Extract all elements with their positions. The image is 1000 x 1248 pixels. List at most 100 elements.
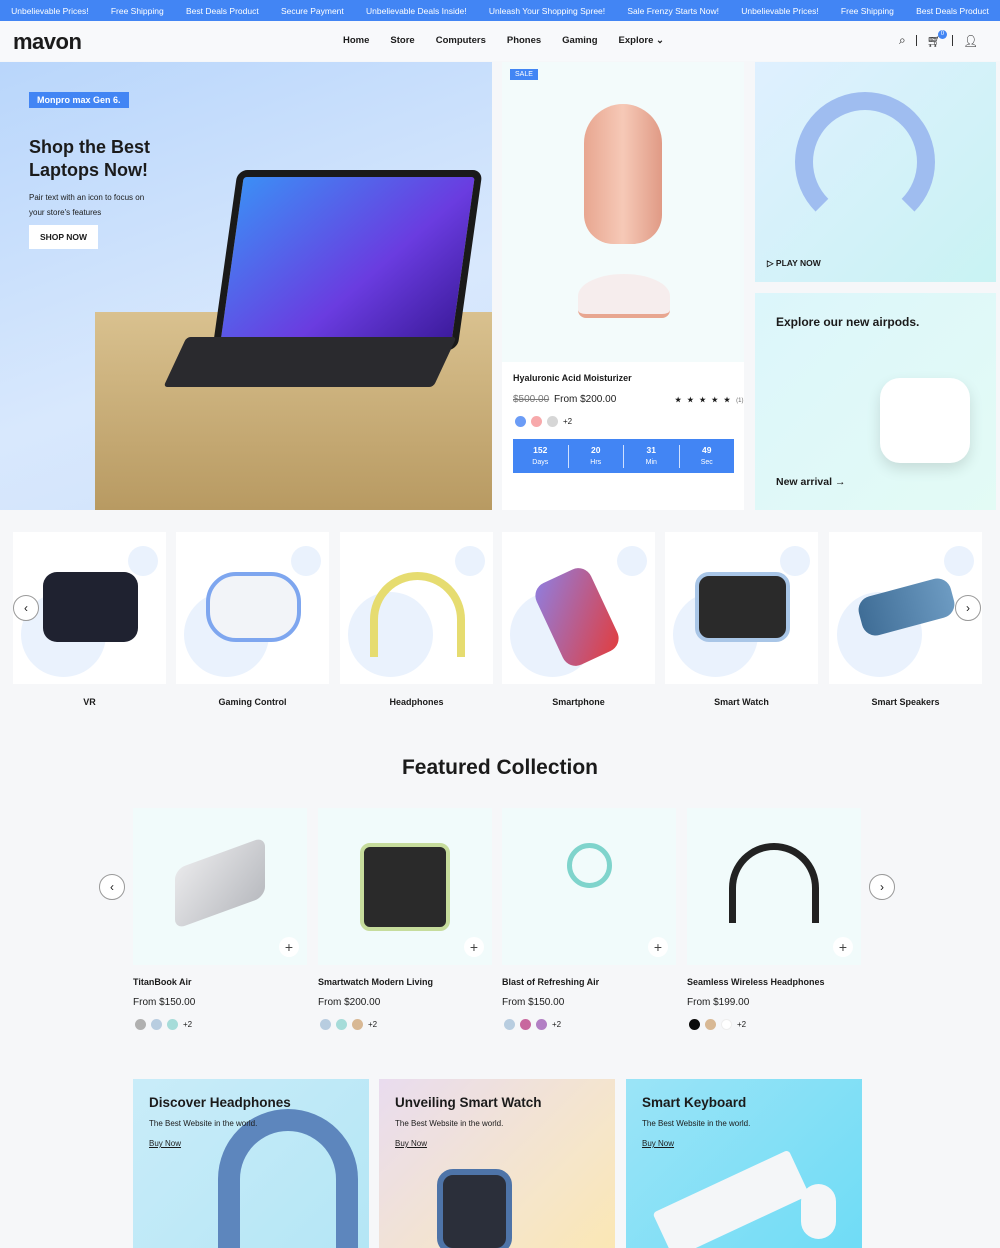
swatch[interactable] [536, 1019, 547, 1030]
swatch[interactable] [705, 1019, 716, 1030]
category-label[interactable]: Smart Watch [665, 697, 818, 707]
announcement: Best Deals Product [916, 5, 989, 16]
buy-now-link[interactable]: Buy Now [149, 1139, 181, 1148]
banner-headphones[interactable]: Discover Headphones The Best Website in t… [133, 1079, 369, 1248]
user-icon[interactable]: 👤︎ [963, 34, 978, 48]
header: mavon Home Store Computers Phones Gaming… [0, 21, 1000, 61]
announcement: Best Deals Product [185, 5, 259, 16]
product-name[interactable]: Hyaluronic Acid Moisturizer [513, 373, 632, 383]
color-swatches: +2 [515, 416, 572, 427]
product-card[interactable]: + [502, 808, 676, 965]
swatch[interactable] [515, 416, 526, 427]
more-swatches: +2 [737, 1020, 747, 1029]
rating-stars: ★ ★ ★ ★ ★ (1) [675, 396, 743, 404]
category-label[interactable]: Gaming Control [176, 697, 329, 707]
category-gaming-control[interactable] [176, 532, 329, 684]
swatch[interactable] [721, 1019, 732, 1030]
timer-hours: 20 Hrs [569, 444, 624, 468]
divider [915, 35, 917, 46]
promo-airpods[interactable]: Explore our new airpods. New arrival → [755, 293, 996, 510]
cart-icon[interactable]: 🛒︎ 0 [927, 29, 947, 48]
nav-store[interactable]: Store [390, 35, 414, 46]
watch-image [437, 1169, 512, 1248]
keyboard-image [652, 1149, 810, 1248]
sale-badge: SALE [510, 69, 538, 80]
category-label[interactable]: VR [13, 697, 166, 707]
add-to-cart-button[interactable]: + [833, 937, 853, 957]
color-swatches: +2 [320, 1019, 377, 1030]
featured-next-button[interactable]: › [869, 874, 895, 900]
cart-count: 0 [937, 29, 947, 39]
product-card[interactable]: + [687, 808, 861, 965]
swatch[interactable] [547, 416, 558, 427]
swatch[interactable] [352, 1019, 363, 1030]
buy-now-link[interactable]: Buy Now [395, 1139, 427, 1148]
unit: Days [532, 458, 549, 466]
swatch[interactable] [135, 1019, 146, 1030]
buy-now-link[interactable]: Buy Now [642, 1139, 674, 1148]
product-name[interactable]: Blast of Refreshing Air [502, 977, 599, 987]
nav-computers[interactable]: Computers [436, 35, 486, 46]
play-now-link[interactable]: ▷ PLAY NOW [767, 258, 821, 269]
airpods-image [880, 378, 970, 463]
hero-title: Shop the Best Laptops Now! [29, 137, 151, 180]
announcement: Unbelievable Prices! [741, 5, 819, 16]
add-to-cart-button[interactable]: + [279, 937, 299, 957]
value: 20 [591, 444, 601, 455]
keyboard-image [163, 337, 457, 387]
timer-minutes: 31 Min [624, 444, 680, 468]
fan-image [567, 843, 612, 888]
vr-image [43, 572, 138, 642]
product-price: From $150.00 [133, 997, 196, 1008]
add-to-cart-button[interactable]: + [648, 937, 668, 957]
category-label[interactable]: Smartphone [502, 697, 655, 707]
swatch[interactable] [320, 1019, 331, 1030]
more-swatches: +2 [183, 1020, 193, 1029]
nav-phones[interactable]: Phones [507, 35, 541, 46]
category-label[interactable]: Headphones [340, 697, 493, 707]
review-count: (1) [736, 398, 744, 404]
mouse-image [801, 1184, 836, 1239]
category-label[interactable]: Smart Speakers [829, 697, 982, 707]
headphones-image [370, 572, 465, 657]
swatch[interactable] [520, 1019, 531, 1030]
new-arrival-link[interactable]: New arrival → [776, 476, 845, 488]
search-icon[interactable]: ⌕ [899, 33, 906, 48]
category-prev-button[interactable]: ‹ [13, 595, 39, 621]
price: From $200.00 [554, 394, 617, 405]
shop-now-button[interactable]: SHOP NOW [29, 225, 99, 249]
swatch[interactable] [151, 1019, 162, 1030]
category-smart-watch[interactable] [665, 532, 818, 684]
product-name[interactable]: Smartwatch Modern Living [318, 977, 433, 987]
deal-card[interactable]: SALE Hyaluronic Acid Moisturizer $500.00… [502, 62, 744, 510]
product-card[interactable]: + [318, 808, 492, 965]
divider [951, 35, 953, 46]
product-card[interactable]: + [133, 808, 307, 965]
product-name[interactable]: TitanBook Air [133, 977, 192, 987]
category-smartphone[interactable] [502, 532, 655, 684]
banner-smart-keyboard[interactable]: Smart Keyboard The Best Website in the wo… [626, 1079, 862, 1248]
smartwatch-image [360, 843, 450, 931]
swatch[interactable] [336, 1019, 347, 1030]
product-name[interactable]: Seamless Wireless Headphones [687, 977, 824, 987]
swatch[interactable] [531, 416, 542, 427]
logo[interactable]: mavon [13, 29, 82, 55]
banner-text: The Best Website in the world. [395, 1119, 504, 1128]
swatch[interactable] [689, 1019, 700, 1030]
category-headphones[interactable] [340, 532, 493, 684]
nav-gaming[interactable]: Gaming [562, 35, 597, 46]
category-next-button[interactable]: › [955, 595, 981, 621]
color-swatches: +2 [504, 1019, 561, 1030]
more-swatches: +2 [563, 417, 573, 426]
laptop-image [175, 836, 265, 930]
nav-explore[interactable]: Explore ⌄ [619, 35, 664, 46]
featured-prev-button[interactable]: ‹ [99, 874, 125, 900]
swatch[interactable] [504, 1019, 515, 1030]
swatch[interactable] [167, 1019, 178, 1030]
banner-smart-watch[interactable]: Unveiling Smart Watch The Best Website in… [379, 1079, 615, 1248]
countdown-timer: 152 Days 20 Hrs 31 Min 49 Sec [513, 439, 734, 473]
add-to-cart-button[interactable]: + [464, 937, 484, 957]
nav-home[interactable]: Home [343, 35, 369, 46]
promo-headphones[interactable]: ▷ PLAY NOW [755, 62, 996, 282]
play-now-label: PLAY NOW [775, 258, 821, 268]
